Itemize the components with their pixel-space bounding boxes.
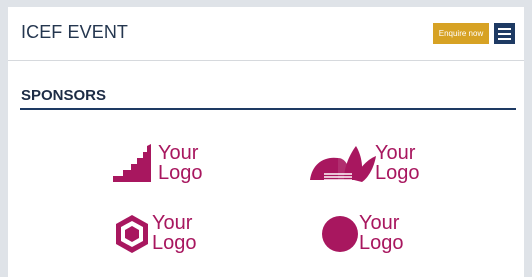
sponsor-logo-3[interactable]: Your Logo xyxy=(114,210,224,260)
lotus-logo-icon xyxy=(310,146,376,182)
circle-logo-icon xyxy=(322,216,358,252)
page-frame: ICEF EVENT Enquire now SPONSORS Your Log… xyxy=(8,7,524,277)
hexagon-logo-icon xyxy=(116,215,148,253)
sponsor-logo-text-4: Your Logo xyxy=(359,212,404,254)
hamburger-icon xyxy=(498,28,511,30)
sponsor-logo-4[interactable]: Your Logo xyxy=(321,210,431,260)
sponsor-logo-1[interactable]: Your Logo xyxy=(113,142,223,192)
section-divider xyxy=(20,108,516,110)
sponsor-logo-text-1: Your Logo xyxy=(158,142,203,184)
enquire-now-button[interactable]: Enquire now xyxy=(433,23,489,44)
sponsor-logo-2[interactable]: Your Logo xyxy=(310,142,430,192)
sponsor-logo-text-3: Your Logo xyxy=(152,212,197,254)
sponsor-logo-text-2: Your Logo xyxy=(375,142,420,184)
menu-button[interactable] xyxy=(494,23,515,44)
site-header: ICEF EVENT Enquire now xyxy=(8,7,524,61)
section-title: SPONSORS xyxy=(21,87,107,104)
stairs-logo-icon xyxy=(113,144,151,182)
site-title[interactable]: ICEF EVENT xyxy=(21,22,128,43)
